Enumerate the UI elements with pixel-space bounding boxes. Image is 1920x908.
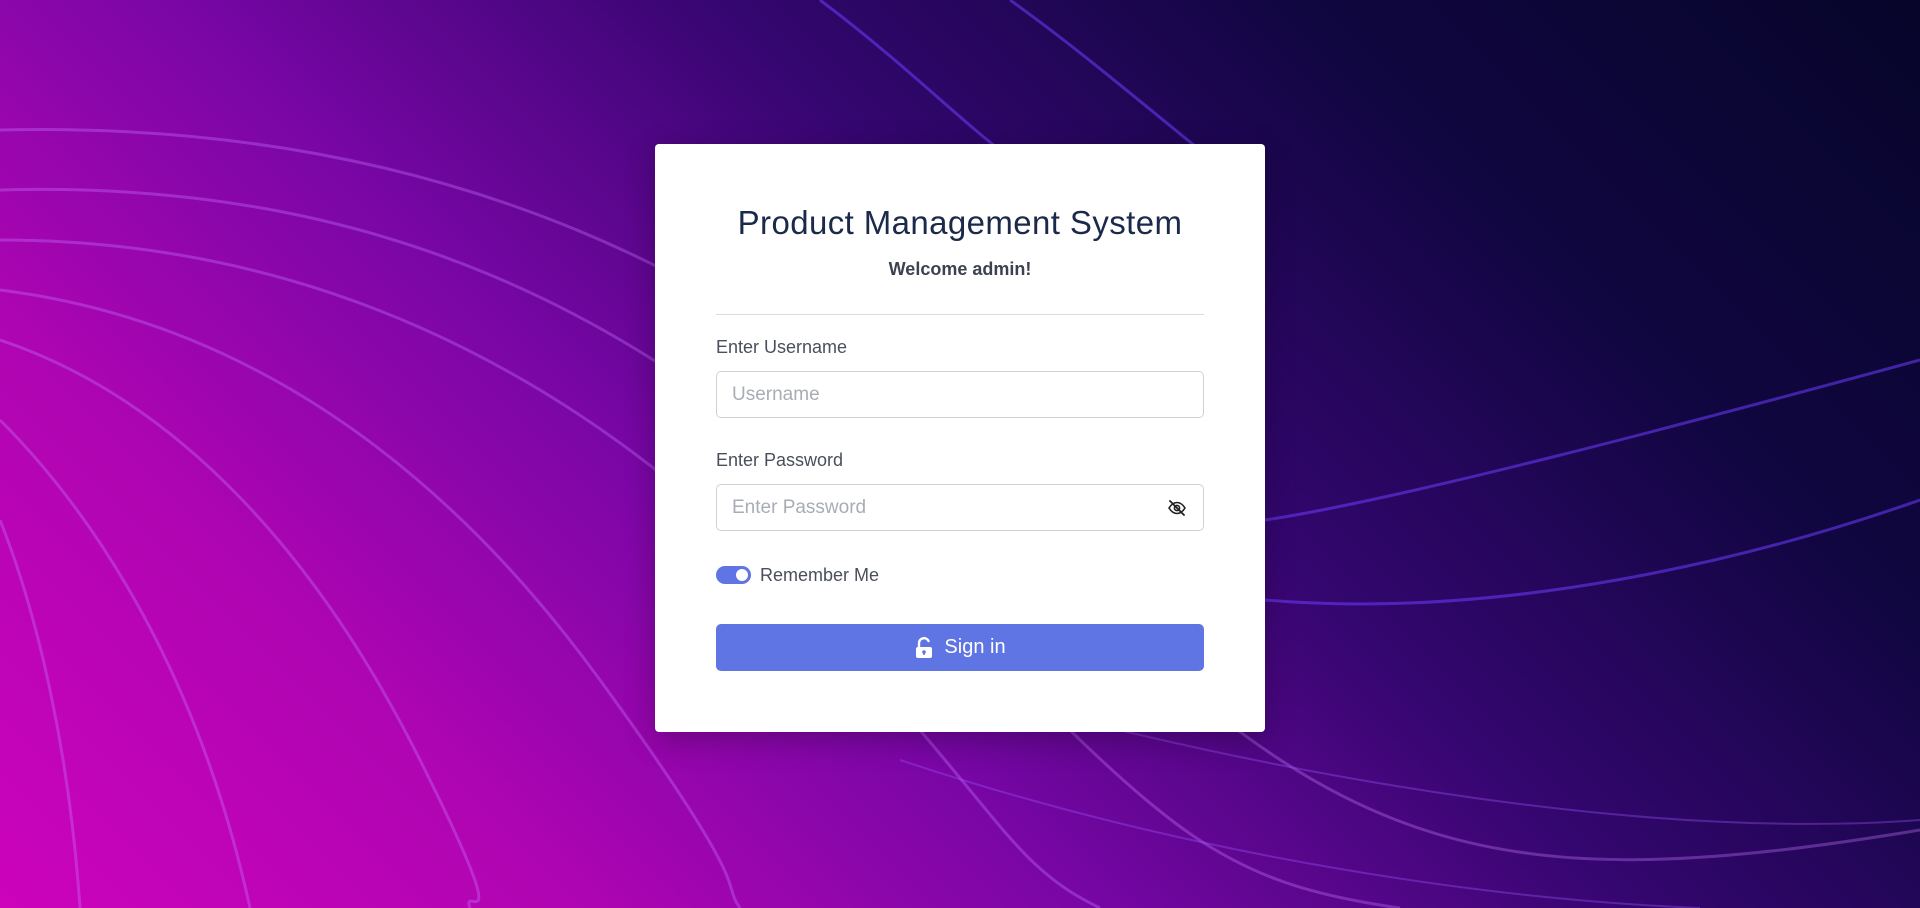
username-field-wrapper (716, 371, 1204, 418)
sign-in-label: Sign in (944, 636, 1006, 658)
username-input[interactable] (717, 372, 1152, 417)
sign-in-button[interactable]: Sign in (716, 624, 1204, 671)
remember-me-toggle[interactable] (716, 566, 751, 584)
eye-slash-icon[interactable] (1167, 498, 1187, 518)
unlock-icon (914, 636, 934, 659)
toggle-knob (736, 569, 748, 581)
remember-me-label[interactable]: Remember Me (760, 565, 879, 586)
remember-me-row: Remember Me (716, 563, 879, 587)
username-label: Enter Username (716, 337, 848, 357)
divider (716, 314, 1204, 315)
password-input[interactable] (717, 485, 1152, 530)
login-card: Product Management System Welcome admin!… (655, 144, 1265, 732)
welcome-subtitle: Welcome admin! (888, 259, 1032, 279)
password-field-wrapper (716, 484, 1204, 531)
page-title: Product Management System (737, 204, 1183, 241)
password-label: Enter Password (716, 450, 844, 470)
